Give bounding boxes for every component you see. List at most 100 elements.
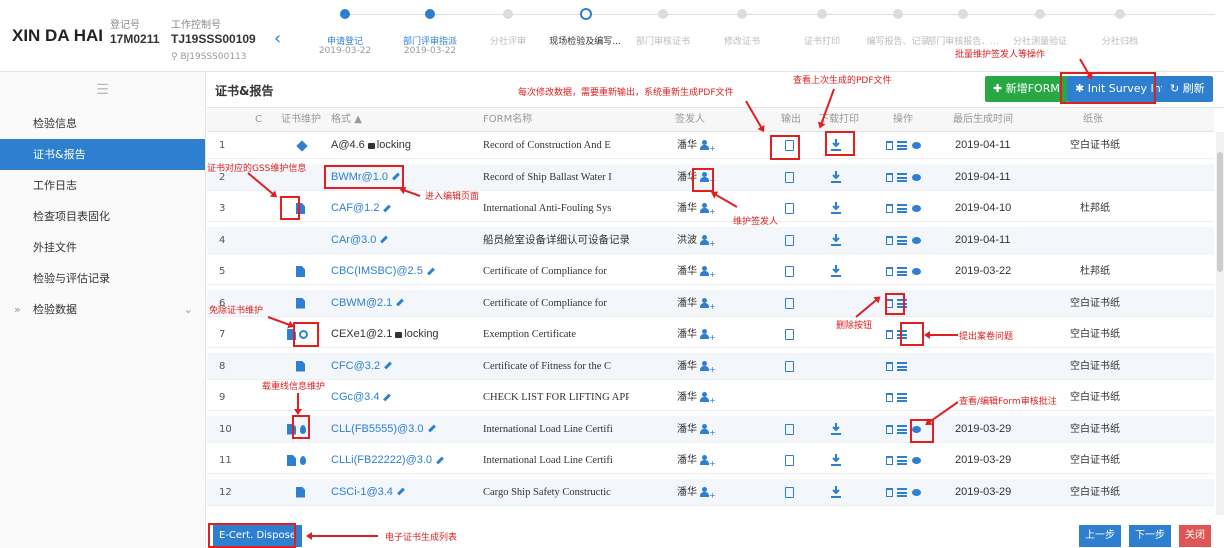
format-link[interactable]: CBWM@2.1 — [331, 297, 392, 309]
download-icon[interactable] — [831, 422, 841, 435]
new-form-button[interactable]: ✚ 新增FORM — [985, 76, 1068, 102]
add-signer-icon[interactable]: + — [700, 392, 716, 405]
col-format[interactable]: 格式 ▲ — [331, 108, 362, 132]
format-cell[interactable]: CGc@3.4 — [331, 384, 471, 411]
doc-icon[interactable] — [296, 266, 305, 277]
format-link[interactable]: CSCi-1@3.4 — [331, 486, 393, 498]
download-icon[interactable] — [831, 485, 841, 498]
format-link[interactable]: CBC(IMSBC)@2.5 — [331, 265, 423, 277]
pencil-icon[interactable] — [384, 361, 392, 370]
trash-icon[interactable] — [886, 361, 893, 371]
list-icon[interactable] — [897, 393, 907, 402]
format-link[interactable]: A@4.6 — [331, 139, 365, 151]
prev-step-button[interactable]: 上一步 — [1079, 525, 1121, 547]
list-icon[interactable] — [897, 267, 907, 276]
format-link[interactable]: CEXe1@2.1 — [331, 328, 392, 340]
pencil-icon[interactable] — [436, 456, 444, 464]
pdf-icon[interactable] — [785, 329, 794, 340]
scrollbar[interactable] — [1216, 132, 1224, 515]
add-signer-icon[interactable]: + — [700, 297, 716, 310]
pencil-icon[interactable] — [397, 487, 405, 496]
pencil-icon[interactable] — [383, 393, 392, 401]
format-cell[interactable]: CLLi(FB22222)@3.0 — [331, 447, 471, 474]
step-label[interactable]: 证书打印 — [804, 34, 840, 47]
tag-icon[interactable] — [296, 140, 308, 152]
format-cell[interactable]: CFC@3.2 — [331, 353, 471, 380]
list-icon[interactable] — [897, 424, 907, 434]
eye-icon[interactable] — [912, 236, 921, 244]
pencil-icon[interactable] — [427, 424, 436, 433]
trash-icon[interactable] — [886, 267, 893, 276]
trash-icon[interactable] — [886, 172, 893, 182]
pdf-icon[interactable] — [785, 203, 794, 214]
download-icon[interactable] — [831, 170, 841, 183]
format-link[interactable]: CLL(FB5555)@3.0 — [331, 423, 424, 435]
download-icon[interactable] — [831, 233, 841, 246]
add-signer-icon[interactable]: + — [700, 360, 716, 373]
add-signer-icon[interactable]: + — [700, 203, 716, 216]
trash-icon[interactable] — [886, 330, 893, 339]
list-icon[interactable] — [897, 141, 907, 150]
pencil-icon[interactable] — [383, 204, 392, 212]
pdf-icon[interactable] — [785, 486, 794, 498]
eye-icon[interactable] — [912, 142, 921, 149]
pdf-icon[interactable] — [785, 171, 794, 183]
scroll-thumb[interactable] — [1217, 152, 1223, 272]
add-signer-icon[interactable]: + — [700, 329, 716, 342]
pdf-icon[interactable] — [785, 360, 794, 372]
format-cell[interactable]: CAr@3.0 — [331, 227, 471, 254]
format-link[interactable]: CLLi(FB22222)@3.0 — [331, 454, 432, 466]
eye-icon[interactable] — [912, 457, 921, 464]
pdf-icon[interactable] — [785, 455, 794, 466]
doc-icon[interactable] — [296, 360, 305, 372]
sidebar-item-inspection-info[interactable]: 检验信息 — [0, 108, 205, 139]
trash-icon[interactable] — [886, 393, 893, 402]
format-cell[interactable]: CLL(FB5555)@3.0 — [331, 416, 471, 443]
format-link[interactable]: CAF@1.2 — [331, 202, 379, 214]
pdf-icon[interactable] — [785, 297, 794, 309]
list-icon[interactable] — [897, 235, 907, 245]
sidebar-item-data[interactable]: » 检验数据 ⌄ — [0, 294, 205, 325]
pencil-icon[interactable] — [396, 298, 405, 307]
download-icon[interactable] — [831, 265, 841, 277]
doc-icon[interactable] — [296, 486, 305, 498]
step-label[interactable]: 修改证书 — [724, 34, 760, 47]
pdf-icon[interactable] — [785, 423, 794, 435]
pencil-icon[interactable] — [426, 267, 435, 275]
format-link[interactable]: CAr@3.0 — [331, 234, 376, 246]
pdf-icon[interactable] — [785, 234, 794, 246]
list-icon[interactable] — [897, 361, 907, 371]
sidebar-item-attachments[interactable]: 外挂文件 — [0, 232, 205, 263]
drop-icon[interactable] — [300, 456, 306, 465]
eye-icon[interactable] — [912, 268, 921, 275]
step-label[interactable]: 分社评审 — [490, 34, 526, 47]
step-label[interactable]: 现场检验及编写... — [549, 34, 621, 47]
eye-icon[interactable] — [912, 205, 921, 212]
sidebar-item-certs-reports[interactable]: 证书&报告 — [0, 139, 205, 170]
format-cell[interactable]: CBWM@2.1 — [331, 290, 471, 317]
list-icon[interactable] — [897, 456, 907, 465]
format-cell[interactable]: CBC(IMSBC)@2.5 — [331, 258, 471, 285]
next-step-button[interactable]: 下一步 — [1129, 525, 1171, 547]
add-signer-icon[interactable]: + — [700, 423, 716, 436]
download-icon[interactable] — [831, 454, 841, 466]
pencil-icon[interactable] — [380, 235, 389, 244]
step-label[interactable]: 分社归档 — [1102, 34, 1138, 47]
back-arrow-icon[interactable]: ‹ — [274, 28, 281, 49]
list-icon[interactable] — [897, 487, 907, 497]
close-button[interactable]: 关闭 — [1179, 525, 1211, 547]
refresh-button[interactable]: ↻ 刷新 — [1162, 76, 1213, 102]
sidebar-item-checklist[interactable]: 检查项目表固化 — [0, 201, 205, 232]
step-label[interactable]: 分社测量验证 — [1013, 34, 1067, 47]
add-signer-icon[interactable]: + — [700, 266, 716, 279]
pdf-icon[interactable] — [785, 266, 794, 277]
add-signer-icon[interactable]: + — [700, 140, 716, 153]
add-signer-icon[interactable]: + — [700, 455, 716, 468]
trash-icon[interactable] — [886, 424, 893, 434]
step-label[interactable]: 编写报告、记录 — [866, 34, 929, 47]
format-cell[interactable]: CSCi-1@3.4 — [331, 479, 471, 506]
trash-icon[interactable] — [886, 235, 893, 245]
format-link[interactable]: CFC@3.2 — [331, 360, 380, 372]
format-link[interactable]: CGc@3.4 — [331, 391, 379, 403]
doc-icon[interactable] — [287, 455, 296, 466]
